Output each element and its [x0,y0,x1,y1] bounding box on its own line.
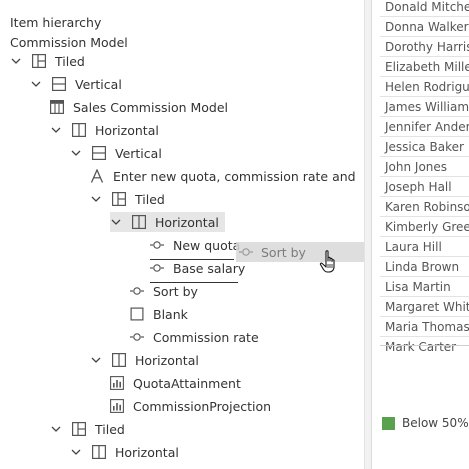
vertical-layout-icon [52,77,66,91]
tree-item[interactable]: Sort by [130,281,198,301]
list-item[interactable]: Maria Thomas [385,317,469,337]
chevron-down-icon[interactable] [70,147,82,159]
tree-item[interactable]: Blank [130,304,188,324]
chevron-down-icon[interactable] [30,78,42,90]
horizontal-layout-icon [112,353,126,367]
drop-indicator-line [150,282,238,283]
tree-item-label: Base salary [173,260,246,276]
tree-item[interactable]: Enter new quota, commission rate and [90,166,356,186]
tree-item[interactable]: Vertical [70,143,162,163]
tree-item[interactable]: Horizontal [70,442,179,462]
table-header-icon [50,100,64,114]
tree-item-label: Horizontal [135,352,199,368]
list-item[interactable]: Mark Carter [385,337,456,357]
tree-item[interactable]: Vertical [30,74,122,94]
list-item[interactable]: Dorothy Harris [385,37,469,57]
list-item[interactable]: Linda Brown [385,257,459,277]
tree-item[interactable]: Commission rate [130,327,259,347]
tree-item-label: Tiled [55,53,85,69]
tree-item[interactable]: Base salary [150,258,245,278]
tree-item[interactable]: Tiled [10,51,85,71]
tree-item[interactable]: CommissionProjection [110,396,271,416]
chevron-down-icon[interactable] [50,124,62,136]
tree-item-label: Horizontal [155,214,219,230]
tree-item[interactable]: Sales Commission Model [50,97,228,117]
blank-icon [130,307,144,321]
tree-item-label: Sales Commission Model [73,99,229,115]
tree-item[interactable]: Tiled [50,419,125,439]
hand-cursor-icon [318,249,342,275]
sheet-icon [110,376,124,390]
tree-item-label: Vertical [75,76,122,92]
tree-item[interactable]: Horizontal [50,120,159,140]
chevron-down-icon[interactable] [50,423,62,435]
panel-title: Item hierarchy [10,15,102,30]
tree-item-label: Enter new quota, commission rate and [113,168,356,184]
dashboard-canvas: Donald Mitchell Donna Walker Dorothy Harri… [372,0,469,469]
list-item[interactable]: Helen Rodriguez [385,77,469,97]
tree-item[interactable]: Horizontal [110,212,225,232]
panel-resize-handle[interactable] [364,0,372,469]
list-item[interactable]: Jessica Baker [385,137,464,157]
legend-swatch [382,416,395,430]
tree-item-label: Sort by [153,283,198,299]
tree-item-label: Horizontal [95,122,159,138]
list-item[interactable]: Donald Mitchell [385,0,469,17]
tree-item-label: Commission rate [153,329,259,345]
tiled-icon [112,192,126,206]
horizontal-layout-icon [132,215,146,229]
chevron-down-icon[interactable] [110,216,122,228]
tiled-icon [32,54,46,68]
list-item[interactable]: James Williams [385,97,469,117]
list-item[interactable]: Donna Walker [385,17,469,37]
tree-item-label: QuotaAttainment [133,375,241,391]
parameter-icon [130,284,144,298]
tiled-icon [72,422,86,436]
horizontal-layout-icon [72,123,86,137]
parameter-icon [239,245,253,259]
parameter-icon [150,261,164,275]
parameter-icon [130,330,144,344]
parameter-icon [150,238,164,252]
item-hierarchy-panel: Item hierarchy Commission Model Tiled Ver… [0,0,387,469]
tree-item-label: CommissionProjection [133,398,272,414]
list-item[interactable]: Margaret White [385,297,469,317]
list-item[interactable]: Jennifer Anderson [385,117,469,137]
list-item[interactable]: Kimberly Green [385,217,469,237]
list-item[interactable]: Joseph Hall [385,177,452,197]
list-bottom-border [380,345,469,346]
tree-item[interactable]: New quota [150,235,240,255]
chevron-down-icon[interactable] [90,193,102,205]
tree-item-label: Tiled [95,421,125,437]
list-item[interactable]: Laura Hill [385,237,442,257]
chevron-down-icon[interactable] [10,55,22,67]
tree-item-label: New quota [173,237,241,253]
tree-item[interactable]: Tiled [90,189,165,209]
list-item[interactable]: Karen Robinson [385,197,469,217]
drop-indicator-line [150,259,234,260]
model-name[interactable]: Commission Model [10,35,128,50]
horizontal-layout-icon [92,445,106,459]
drag-ghost-label: Sort by [261,244,306,260]
tree-item-label: Blank [153,306,188,322]
legend: Below 50% [382,416,469,430]
chevron-down-icon[interactable] [70,446,82,458]
legend-label: Below 50% [402,416,469,430]
text-icon [90,169,104,183]
list-item[interactable]: John Jones [385,157,447,177]
tree-item[interactable]: QuotaAttainment [110,373,241,393]
tree-item[interactable]: Horizontal [90,350,199,370]
tree-item-label: Horizontal [115,444,179,460]
tree-item-label: Vertical [115,145,162,161]
list-item[interactable]: Elizabeth Miller [385,57,469,77]
list-item[interactable]: Lisa Martin [385,277,451,297]
chevron-down-icon[interactable] [90,354,102,366]
sheet-icon [110,399,124,413]
tree-item-label: Tiled [135,191,165,207]
vertical-layout-icon [92,146,106,160]
